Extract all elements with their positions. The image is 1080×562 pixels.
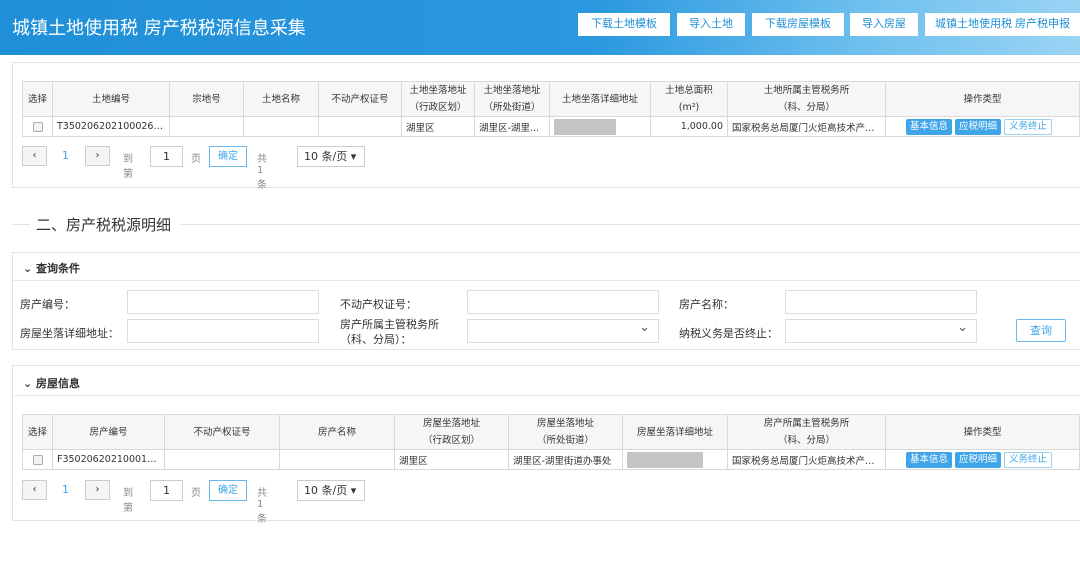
house-header[interactable]: ⌄ 房屋信息 <box>23 375 80 391</box>
office: 国家税务总局厦门火炬高技术产业... <box>727 449 886 470</box>
goto-label: 到第 <box>123 488 133 514</box>
page-title: 城镇土地使用税 房产税税源信息采集 <box>12 18 306 39</box>
house-title: 房屋信息 <box>36 377 81 390</box>
house-name-input[interactable] <box>785 290 977 314</box>
house-table: 选择 房产编号 不动产权证号 房产名称 房屋坐落地址 （行政区划） 房屋坐落地址… <box>22 414 1080 470</box>
col-detail-address: 土地坐落详细地址 <box>549 81 651 117</box>
house-no-label: 房产编号： <box>20 298 75 311</box>
office-select[interactable] <box>467 319 659 343</box>
col-district: 房屋坐落地址 （行政区划） <box>394 414 509 450</box>
cert-no <box>164 449 280 470</box>
col-detail-address: 房屋坐落详细地址 <box>622 414 728 450</box>
col-actions: 操作类型 <box>885 81 1080 117</box>
page-input[interactable]: 1 <box>150 480 183 501</box>
next-page-button[interactable]: › <box>85 480 110 500</box>
page-input[interactable]: 1 <box>150 146 183 167</box>
office-label: 房产所属主管税务所 （科、分局）： <box>340 318 439 346</box>
cert-label: 不动产权证号： <box>340 298 417 311</box>
office: 国家税务总局厦门火炬高技术产业... <box>727 116 886 137</box>
tax-detail-button[interactable]: 应税明细 <box>955 451 1002 468</box>
confirm-page-button[interactable]: 确定 <box>209 146 247 167</box>
basic-info-button[interactable]: 基本信息 <box>906 451 953 468</box>
col-street: 土地坐落地址 （所处街道） <box>474 81 550 117</box>
col-cert: 不动产权证号 <box>164 414 280 450</box>
search-button[interactable]: 查询 <box>1016 319 1066 342</box>
goto-label: 到第 <box>123 154 133 180</box>
current-page[interactable]: 1 <box>62 149 69 162</box>
tax-declare-button[interactable]: 城镇土地使用税 房产税申报 <box>925 13 1080 36</box>
house-name-label: 房产名称： <box>679 298 734 311</box>
terminate-button[interactable]: 义务终止 <box>1004 118 1053 135</box>
page-unit: 页 <box>191 488 201 499</box>
col-select: 选择 <box>22 414 53 450</box>
confirm-page-button[interactable]: 确定 <box>209 480 247 501</box>
cert-input[interactable] <box>467 290 659 314</box>
divider <box>180 224 1080 225</box>
cert-no <box>318 116 402 137</box>
download-house-template-button[interactable]: 下载房屋模板 <box>752 13 844 36</box>
col-office: 房产所属主管税务所 （科、分局） <box>727 414 886 450</box>
col-office: 土地所属主管税务所 （科、分局） <box>727 81 886 117</box>
col-parcel-no: 宗地号 <box>169 81 244 117</box>
col-house-name: 房产名称 <box>279 414 395 450</box>
row-checkbox[interactable] <box>32 121 43 132</box>
terminated-label: 纳税义务是否终止： <box>679 327 778 340</box>
col-land-name: 土地名称 <box>243 81 319 117</box>
tax-detail-button[interactable]: 应税明细 <box>955 118 1002 135</box>
district: 湖里区 <box>401 116 475 137</box>
col-cert: 不动产权证号 <box>318 81 402 117</box>
terminate-button[interactable]: 义务终止 <box>1004 451 1053 468</box>
col-street: 房屋坐落地址 （所处街道） <box>508 414 623 450</box>
house-no-input[interactable] <box>127 290 319 314</box>
col-house-no: 房产编号 <box>52 414 165 450</box>
import-land-button[interactable]: 导入土地 <box>677 13 745 36</box>
page-unit: 页 <box>191 154 201 165</box>
current-page[interactable]: 1 <box>62 483 69 496</box>
address-input[interactable] <box>127 319 319 343</box>
table-row: F35020620210001407 湖里区 湖里区-湖里街道办事处 国家税务总… <box>22 449 1080 470</box>
page-size-select[interactable]: 10 条/页 ▾ <box>297 480 365 501</box>
divider <box>12 224 30 225</box>
table-row: T35020620210002605 湖里区 湖里区-湖里... 1,000.0… <box>22 116 1080 137</box>
street: 湖里区-湖里... <box>474 116 550 137</box>
redacted-address <box>554 118 616 135</box>
house-name <box>279 449 395 470</box>
land-table: 选择 土地编号 宗地号 土地名称 不动产权证号 土地坐落地址 （行政区划） 土地… <box>22 81 1080 137</box>
col-actions: 操作类型 <box>885 414 1080 450</box>
col-select: 选择 <box>22 81 53 117</box>
redacted-address <box>627 451 703 468</box>
land-no: T35020620210002605 <box>52 116 170 137</box>
prev-page-button[interactable]: ‹ <box>22 480 47 500</box>
next-page-button[interactable]: › <box>85 146 110 166</box>
house-no: F35020620210001407 <box>52 449 165 470</box>
district: 湖里区 <box>394 449 509 470</box>
query-header[interactable]: ⌄ 查询条件 <box>23 260 80 276</box>
terminated-select[interactable] <box>785 319 977 343</box>
area: 1,000.00 <box>650 116 728 137</box>
address-label: 房屋坐落详细地址： <box>20 327 119 340</box>
basic-info-button[interactable]: 基本信息 <box>906 118 953 135</box>
street: 湖里区-湖里街道办事处 <box>508 449 623 470</box>
download-land-template-button[interactable]: 下载土地模板 <box>578 13 670 36</box>
import-house-button[interactable]: 导入房屋 <box>850 13 918 36</box>
section-title: 二、房产税税源明细 <box>36 216 172 234</box>
col-district: 土地坐落地址 （行政区划） <box>401 81 475 117</box>
col-area: 土地总面积 (m²) <box>650 81 728 117</box>
prev-page-button[interactable]: ‹ <box>22 146 47 166</box>
row-checkbox[interactable] <box>32 454 43 465</box>
header: 城镇土地使用税 房产税税源信息采集 下载土地模板 导入土地 下载房屋模板 导入房… <box>0 0 1080 55</box>
total-count: 共 1 条 <box>257 154 267 191</box>
total-count: 共 1 条 <box>257 488 267 525</box>
col-land-no: 土地编号 <box>52 81 170 117</box>
page-size-select[interactable]: 10 条/页 ▾ <box>297 146 365 167</box>
parcel-no <box>169 116 244 137</box>
query-title: 查询条件 <box>36 262 81 275</box>
land-name <box>243 116 319 137</box>
